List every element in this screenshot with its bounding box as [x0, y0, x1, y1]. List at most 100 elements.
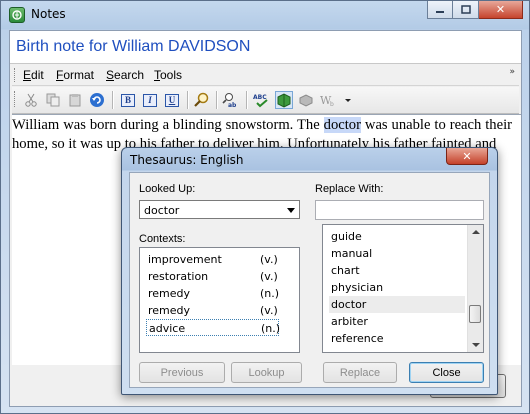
list-item[interactable]: manual — [329, 245, 465, 262]
note-text-selection: doctor — [323, 117, 361, 133]
list-item[interactable]: remedy (v.) — [146, 302, 279, 319]
app-icon — [9, 7, 25, 23]
thesaurus-body: Looked Up: doctor Replace With: Contexts… — [129, 172, 490, 388]
contexts-label: Contexts: — [139, 233, 186, 245]
replace-button[interactable]: Replace — [323, 362, 397, 383]
list-item[interactable]: restoration (v.) — [146, 268, 279, 285]
context-pos: (n.) — [261, 322, 281, 335]
find-icon — [194, 92, 209, 107]
scroll-down-icon[interactable] — [472, 343, 480, 347]
toolbar: B I U ab ABC Wb — [12, 87, 519, 114]
replace-with-input[interactable] — [315, 200, 484, 220]
context-pos: (v.) — [260, 304, 278, 317]
scrollbar-thumb[interactable] — [469, 305, 481, 323]
maximize-button[interactable] — [453, 1, 479, 19]
close-icon: ✕ — [495, 3, 506, 16]
looked-up-value: doctor — [144, 204, 180, 217]
looked-up-dropdown[interactable]: doctor — [139, 200, 300, 219]
looked-up-label: Looked Up: — [139, 183, 196, 195]
menu-grip — [14, 68, 18, 82]
list-item[interactable]: arbiter — [329, 313, 465, 330]
replacement-word: doctor — [331, 298, 367, 311]
replace-icon: ab — [222, 93, 237, 108]
replacements-list[interactable]: guide manual chart physician doctor arbi… — [322, 224, 484, 353]
minimize-icon — [436, 10, 444, 13]
bold-button[interactable]: B — [119, 91, 137, 109]
contexts-list[interactable]: improvement (v.) restoration (v.) remedy… — [139, 247, 300, 353]
list-item[interactable]: chart — [329, 262, 465, 279]
context-pos: (v.) — [260, 253, 278, 266]
list-item[interactable]: improvement (v.) — [146, 251, 279, 268]
menu-edit[interactable]: Edit — [23, 68, 44, 82]
toolbar-overflow-button[interactable] — [343, 91, 353, 109]
menu-overflow-icon[interactable]: » — [509, 67, 515, 77]
context-word: restoration — [148, 270, 209, 283]
find-button[interactable] — [193, 91, 211, 109]
word-count-button[interactable]: Wb — [319, 91, 337, 109]
underline-icon: U — [165, 93, 179, 107]
web-button[interactable] — [297, 91, 315, 109]
replacement-word: arbiter — [331, 315, 368, 328]
toolbar-grip — [14, 91, 18, 107]
thesaurus-dialog: Thesaurus: English ✕ Looked Up: doctor R… — [121, 147, 498, 395]
chevron-down-icon — [287, 208, 295, 213]
previous-button[interactable]: Previous — [139, 362, 225, 383]
cut-button[interactable] — [22, 91, 40, 109]
note-heading-bar: Birth note for William DAVIDSON — [10, 31, 521, 64]
undo-icon — [90, 93, 104, 107]
thesaurus-button[interactable] — [275, 91, 293, 109]
title-bar[interactable]: Notes ✕ — [1, 1, 529, 29]
list-item[interactable]: physician — [329, 279, 465, 296]
context-pos: (n.) — [260, 287, 280, 300]
menu-bar: Edit Format Search Tools » — [12, 65, 519, 86]
spellcheck-icon: ABC — [253, 94, 268, 108]
list-item-selected[interactable]: doctor — [329, 296, 465, 313]
scroll-up-icon[interactable] — [472, 230, 480, 234]
menu-search[interactable]: Search — [106, 68, 144, 82]
caption-buttons: ✕ — [427, 1, 523, 20]
list-item[interactable]: guide — [329, 228, 465, 245]
bold-icon: B — [121, 93, 135, 107]
menu-tools[interactable]: Tools — [154, 68, 182, 82]
replace-button[interactable]: ab — [222, 91, 240, 109]
list-item[interactable]: remedy (n.) — [146, 285, 279, 302]
context-pos: (v.) — [260, 270, 278, 283]
lookup-button[interactable]: Lookup — [231, 362, 302, 383]
toolbar-separator — [112, 91, 114, 109]
paste-button[interactable] — [66, 91, 84, 109]
thesaurus-icon — [277, 93, 291, 108]
context-word: improvement — [148, 253, 222, 266]
window-title: Notes — [31, 7, 66, 21]
thesaurus-close-x-button[interactable]: ✕ — [446, 148, 488, 165]
svg-text:b: b — [330, 101, 334, 108]
window-close-button[interactable]: ✕ — [479, 1, 523, 19]
svg-text:ab: ab — [228, 102, 237, 108]
note-heading: Birth note for William DAVIDSON — [16, 38, 251, 55]
list-item[interactable]: reference — [329, 330, 465, 347]
copy-button[interactable] — [44, 91, 62, 109]
undo-button[interactable] — [88, 91, 106, 109]
minimize-button[interactable] — [427, 1, 453, 19]
toolbar-separator — [216, 91, 218, 109]
spellcheck-button[interactable]: ABC — [252, 91, 270, 109]
replacement-word: manual — [331, 247, 373, 260]
menu-format[interactable]: Format — [56, 68, 94, 82]
context-word: advice — [149, 322, 186, 335]
context-word: remedy — [148, 287, 191, 300]
underline-button[interactable]: U — [163, 91, 181, 109]
replacements-scrollbar[interactable] — [467, 225, 483, 352]
replacement-word: chart — [331, 264, 360, 277]
italic-button[interactable]: I — [141, 91, 159, 109]
word-count-icon: Wb — [320, 94, 334, 108]
replacement-word: reference — [331, 332, 384, 345]
list-item-selected[interactable]: advice (n.) — [146, 319, 281, 336]
cut-icon — [25, 93, 37, 107]
thesaurus-title: Thesaurus: English — [130, 153, 244, 167]
close-button[interactable]: Close — [409, 362, 484, 383]
more-dropdown-icon — [345, 99, 351, 102]
toolbar-separator — [187, 91, 189, 109]
toolbar-separator — [246, 91, 248, 109]
svg-text:ABC: ABC — [253, 94, 267, 101]
replacement-word: guide — [331, 230, 362, 243]
copy-icon — [46, 93, 60, 107]
